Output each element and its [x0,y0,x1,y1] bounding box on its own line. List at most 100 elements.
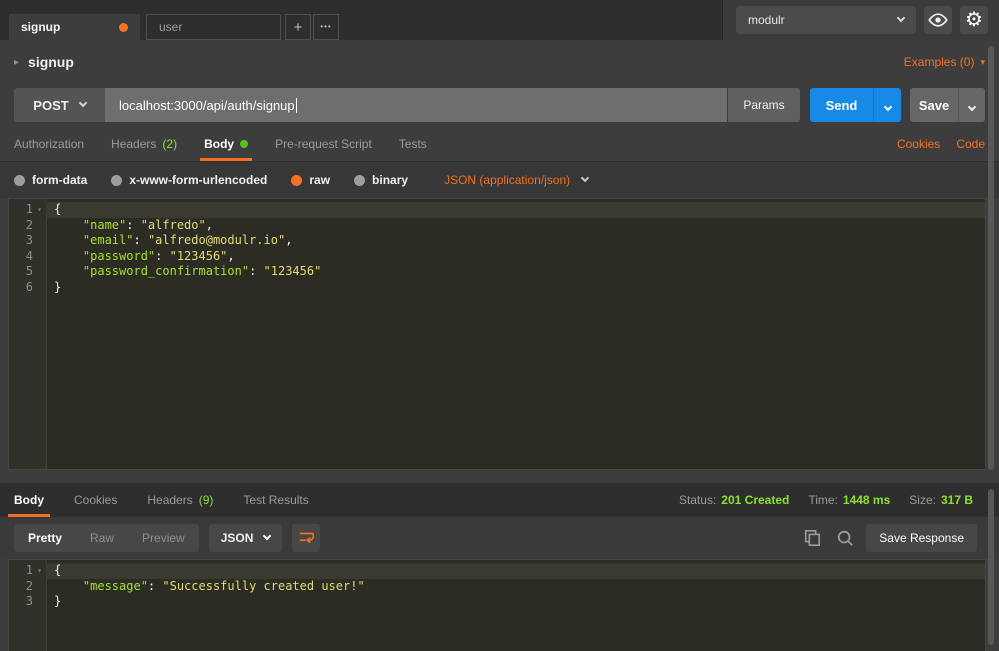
url-input[interactable]: localhost:3000/api/auth/signup [105,88,727,122]
response-tabs-row: Body Cookies Headers (9) Test Results St… [0,483,999,517]
save-button[interactable]: Save [910,88,958,122]
environment-quick-look-button[interactable] [924,6,952,34]
chevron-down-icon [883,102,891,110]
search-response-button[interactable] [833,526,857,550]
settings-button[interactable]: ⚙ [960,6,988,34]
chevron-down-icon [263,532,271,540]
tab-options-button[interactable]: ••• [313,14,339,40]
tab-pre-request-script[interactable]: Pre-request Script [275,126,372,161]
tab-signup[interactable]: signup [9,14,140,40]
response-tab-headers[interactable]: Headers (9) [147,483,213,517]
tab-headers[interactable]: Headers (2) [111,126,177,161]
tab-authorization[interactable]: Authorization [14,126,84,161]
fold-icon[interactable]: ▾ [33,202,46,218]
chevron-down-icon [897,14,905,22]
response-tab-test-results[interactable]: Test Results [243,483,308,517]
new-tab-button[interactable]: + [285,14,311,40]
examples-dropdown[interactable]: Examples (0) ▾ [904,55,985,69]
line-number: 1 [9,563,33,579]
fold-icon[interactable]: ▾ [33,563,46,579]
headers-count-badge: (2) [162,137,177,151]
radio-icon [354,175,365,186]
code-text: } [46,594,985,610]
request-links: Cookies Code [897,126,985,161]
body-present-dot-icon [240,140,248,148]
save-options-button[interactable] [958,88,985,122]
body-type-form-data[interactable]: form-data [14,173,87,187]
text-cursor [296,98,297,113]
tab-user[interactable]: user [146,14,281,40]
method-selector[interactable]: POST [14,88,105,122]
chevron-down-icon [78,99,86,107]
code-line: 1▾{ [9,202,985,218]
save-button-group: Save [910,88,985,122]
search-icon [836,529,854,547]
fold-gutter [33,594,46,610]
radio-icon [111,175,122,186]
view-pretty-button[interactable]: Pretty [14,524,76,552]
tab-tests[interactable]: Tests [399,126,427,161]
view-preview-button[interactable]: Preview [128,524,199,552]
code-text: { [46,563,985,579]
radio-selected-icon [291,175,302,186]
send-button[interactable]: Send [810,88,873,122]
url-builder-row: POST localhost:3000/api/auth/signup Para… [0,84,999,126]
code-line: 2 "name": "alfredo", [9,218,985,234]
time-badge: Time: 1448 ms [808,493,890,507]
line-number: 3 [9,594,33,610]
response-format-selector[interactable]: JSON [209,524,283,552]
save-response-button[interactable]: Save Response [866,524,977,552]
request-name: signup [28,54,74,70]
body-type-urlencoded[interactable]: x-www-form-urlencoded [111,173,267,187]
cookies-link[interactable]: Cookies [897,137,940,151]
line-number: 2 [9,579,33,595]
content-type-selector[interactable]: JSON (application/json) [444,173,588,187]
code-line: 3 "email": "alfredo@modulr.io", [9,233,985,249]
code-text: "password_confirmation": "123456" [46,264,985,280]
response-tab-cookies[interactable]: Cookies [74,483,117,517]
code-text: "password": "123456", [46,249,985,265]
response-body-editor[interactable]: 1▾{2 "message": "Successfully created us… [8,559,986,651]
code-line: 4 "password": "123456", [9,249,985,265]
code-line: 2 "message": "Successfully created user!… [9,579,985,595]
fold-gutter [33,264,46,280]
tab-label: user [159,20,182,34]
request-scrollbar[interactable] [988,46,994,470]
caret-down-icon: ▾ [980,57,985,68]
send-button-group: Send [810,88,901,122]
request-body-editor[interactable]: 1▾{2 "name": "alfredo",3 "email": "alfre… [8,198,986,470]
environment-selector[interactable]: modulr [736,6,916,34]
tab-body[interactable]: Body [204,126,248,161]
gear-icon: ⚙ [965,10,983,30]
section-divider [0,470,999,483]
environment-name: modulr [748,13,785,27]
fold-gutter [33,579,46,595]
collapse-request-icon[interactable]: ▸ [14,57,19,68]
code-link[interactable]: Code [956,137,985,151]
code-text: "email": "alfredo@modulr.io", [46,233,985,249]
radio-icon [14,175,25,186]
response-meta: Status: 201 Created Time: 1448 ms Size: … [679,483,973,517]
view-mode-switcher: Pretty Raw Preview [14,524,199,552]
chevron-down-icon [581,174,589,182]
wrap-text-button[interactable] [292,524,320,552]
body-type-raw[interactable]: raw [291,173,330,187]
body-type-binary[interactable]: binary [354,173,408,187]
line-number: 2 [9,218,33,234]
tab-label: signup [21,20,60,34]
code-text: { [46,202,985,218]
size-badge: Size: 317 B [909,493,973,507]
fold-gutter [33,249,46,265]
code-line: 3} [9,594,985,610]
response-tab-body[interactable]: Body [14,483,44,517]
view-raw-button[interactable]: Raw [76,524,128,552]
response-scrollbar[interactable] [988,489,994,645]
copy-response-button[interactable] [800,526,824,550]
send-options-button[interactable] [873,88,901,122]
fold-gutter [33,218,46,234]
params-button[interactable]: Params [728,88,800,122]
eye-icon [928,12,948,28]
code-text: "name": "alfredo", [46,218,985,234]
code-line: 5 "password_confirmation": "123456" [9,264,985,280]
line-number: 6 [9,280,33,296]
